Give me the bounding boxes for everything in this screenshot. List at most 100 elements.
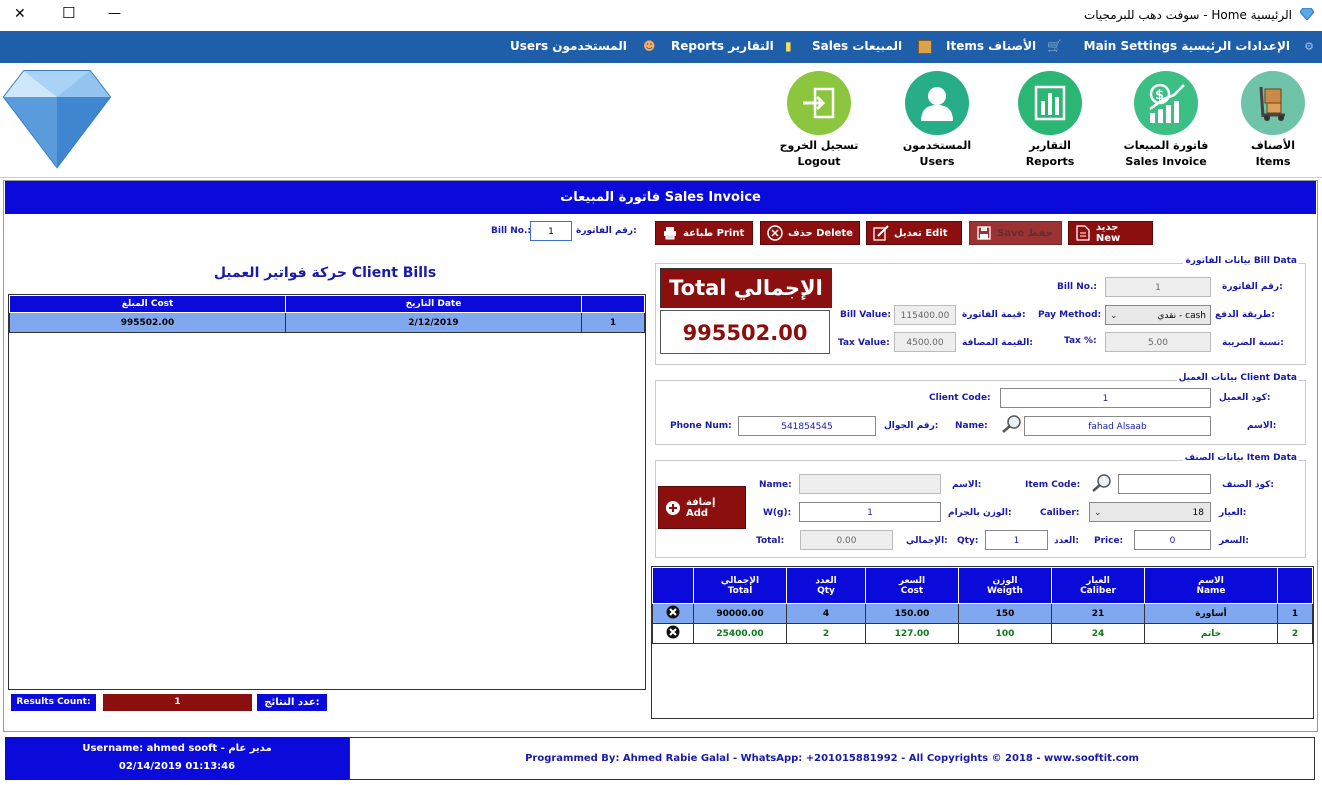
save-button[interactable]: Save حفظ bbox=[969, 221, 1062, 245]
items-col-weight[interactable]: الوزن Weigth bbox=[958, 567, 1052, 604]
delete-label: حذف Delete bbox=[788, 227, 853, 239]
item-total-label-en: Total: bbox=[756, 536, 785, 546]
table-row[interactable]: 995502.00 2/12/2019 1 bbox=[9, 312, 645, 333]
toolbar-reports-ar: التقارير bbox=[1029, 139, 1071, 152]
item-data-legend: بيانات الصنف Item Data bbox=[1182, 453, 1299, 463]
total-value: 995502.00 bbox=[660, 310, 830, 354]
price-label-ar: السعر: bbox=[1219, 536, 1249, 546]
close-button[interactable]: ✕ bbox=[14, 6, 26, 22]
print-button[interactable]: طباعة Print bbox=[655, 221, 753, 245]
tax-rate-field[interactable]: 5.00 bbox=[1105, 332, 1211, 352]
bill-value-field[interactable]: 115400.00 bbox=[894, 305, 956, 325]
maximize-button[interactable]: ☐ bbox=[62, 4, 75, 22]
cell-index: 1 bbox=[581, 312, 645, 333]
qty-input[interactable]: 1 bbox=[985, 530, 1048, 550]
remove-row-icon[interactable] bbox=[652, 623, 694, 644]
pay-method-label-en: Pay Method: bbox=[1038, 310, 1102, 320]
bill-data-legend: بيانات الفاتورة Bill Data bbox=[1183, 256, 1299, 266]
cell-weight: 150 bbox=[958, 603, 1052, 624]
item-name-field[interactable] bbox=[799, 474, 941, 494]
items-col-total[interactable]: الإجمالي Total bbox=[693, 567, 787, 604]
toolbar-users[interactable]: المستخدمون Users bbox=[882, 71, 992, 170]
delete-circle-icon bbox=[767, 225, 783, 241]
bill-value-label-en: Bill Value: bbox=[840, 310, 891, 320]
remove-row-icon[interactable] bbox=[652, 603, 694, 624]
menu-main-settings[interactable]: الإعدادات الرئيسية Main Settings bbox=[1084, 39, 1290, 53]
tax-value-label-en: Tax Value: bbox=[838, 338, 890, 348]
toolbar-users-ar: المستخدمون bbox=[902, 139, 972, 152]
results-count-label-ar: عدد النتائج: bbox=[257, 694, 327, 711]
items-grid[interactable]: الإجمالي Total العدد Qty السعر Cost الوزن We… bbox=[651, 566, 1314, 719]
client-code-input[interactable]: 1 bbox=[1000, 388, 1211, 408]
menu-items[interactable]: الأصناف Items bbox=[946, 39, 1036, 53]
item-search-icon[interactable] bbox=[1091, 473, 1113, 496]
bill-no-field[interactable]: 1 bbox=[1105, 277, 1211, 297]
tax-rate-label-en: Tax %: bbox=[1064, 336, 1097, 346]
results-count-label-en: Results Count: bbox=[11, 694, 96, 711]
new-button[interactable]: جديد New bbox=[1068, 221, 1153, 245]
trolley-icon bbox=[1241, 71, 1305, 135]
app-diamond-icon bbox=[1299, 7, 1315, 21]
reports-icon: ▮ bbox=[785, 39, 792, 53]
bills-col-date[interactable]: التاريخ Date bbox=[285, 295, 582, 313]
table-row[interactable]: 25400.00 2 127.00 100 24 خاتم 2 bbox=[652, 623, 1313, 644]
item-total-field[interactable]: 0.00 bbox=[800, 530, 893, 550]
minimize-button[interactable]: — bbox=[108, 6, 121, 21]
bar-chart-icon bbox=[1018, 71, 1082, 135]
client-bills-table: المبلغ Cost التاريخ Date 995502.00 2/12/… bbox=[9, 295, 645, 333]
item-name-label-en: Name: bbox=[759, 480, 792, 490]
caliber-value: 18 bbox=[1192, 508, 1204, 518]
toolbar-reports[interactable]: التقارير Reports bbox=[995, 71, 1105, 170]
client-bills-grid[interactable]: المبلغ Cost التاريخ Date 995502.00 2/12/… bbox=[8, 294, 646, 690]
bill-no2-label-en: Bill No.: bbox=[1057, 282, 1097, 292]
client-data-legend: بيانات العميل Client Data bbox=[1176, 373, 1299, 383]
price-label-en: Price: bbox=[1094, 536, 1124, 546]
new-document-icon bbox=[1075, 225, 1091, 241]
menu-sales[interactable]: المبيعات Sales bbox=[812, 39, 902, 53]
items-col-cost[interactable]: السعر Cost bbox=[865, 567, 959, 604]
add-item-button[interactable]: إضافة Add bbox=[658, 486, 746, 529]
bills-col-cost[interactable]: المبلغ Cost bbox=[9, 295, 286, 313]
edit-button[interactable]: تعديل Edit bbox=[866, 221, 962, 245]
client-name-input[interactable]: fahad Alsaab bbox=[1024, 416, 1211, 436]
save-disk-icon bbox=[976, 225, 992, 241]
toolbar-sales-invoice-ar: فاتورة المبيعات bbox=[1123, 139, 1209, 152]
client-name-label-en: Name: bbox=[955, 421, 988, 431]
toolbar-logout-en: Logout bbox=[797, 155, 841, 168]
cell-caliber: 21 bbox=[1051, 603, 1145, 624]
menu-users[interactable]: المستخدمون Users bbox=[510, 39, 627, 53]
client-bills-title: حركة فواتير العميل Client Bills bbox=[213, 265, 437, 281]
weight-input[interactable]: 1 bbox=[799, 502, 941, 522]
menu-reports[interactable]: التقارير Reports bbox=[671, 39, 774, 53]
users-icon: ☻ bbox=[643, 39, 656, 53]
pay-method-select[interactable]: ⌄ نقدي - cash bbox=[1105, 305, 1211, 325]
cell-qty: 2 bbox=[786, 623, 866, 644]
table-row[interactable]: 90000.00 4 150.00 150 21 أساورة 1 bbox=[652, 603, 1313, 624]
toolbar-logout[interactable]: تسجيل الخروج Logout bbox=[764, 71, 874, 170]
main-toolbar: الأصناف Items $ فاتورة المبيعات Sales In… bbox=[0, 63, 1322, 178]
plus-circle-icon bbox=[665, 500, 681, 516]
caliber-label-ar: العيار: bbox=[1219, 508, 1247, 518]
cell-total: 25400.00 bbox=[693, 623, 787, 644]
toolbar-sales-invoice-en: Sales Invoice bbox=[1125, 155, 1207, 168]
price-input[interactable]: 0 bbox=[1134, 530, 1211, 550]
items-table: الإجمالي Total العدد Qty السعر Cost الوزن We… bbox=[652, 567, 1313, 644]
title-bar: ✕ ☐ — الرئيسية Home - سوفت دهب للبرمجيات bbox=[0, 0, 1322, 31]
toolbar-sales-invoice[interactable]: $ فاتورة المبيعات Sales Invoice bbox=[1111, 71, 1221, 170]
phone-label-en: Phone Num: bbox=[670, 421, 732, 431]
results-count-value: 1 bbox=[103, 694, 252, 711]
items-col-caliber[interactable]: العيار Caliber bbox=[1051, 567, 1145, 604]
datetime-text: 02/14/2019 01:13:46 bbox=[118, 761, 236, 772]
tax-value-field[interactable]: 4500.00 bbox=[894, 332, 956, 352]
items-col-name[interactable]: الاسم Name bbox=[1144, 567, 1278, 604]
toolbar-items[interactable]: الأصناف Items bbox=[1218, 71, 1322, 170]
items-col-qty[interactable]: العدد Qty bbox=[786, 567, 866, 604]
delete-button[interactable]: حذف Delete bbox=[760, 221, 860, 245]
bill-no-search-input[interactable]: 1 bbox=[530, 221, 572, 241]
caliber-select[interactable]: ⌄ 18 bbox=[1089, 502, 1211, 522]
phone-input[interactable]: 541854545 bbox=[738, 416, 876, 436]
item-code-input[interactable] bbox=[1118, 474, 1211, 494]
client-search-icon[interactable] bbox=[1001, 414, 1023, 437]
edit-label: تعديل Edit bbox=[894, 227, 948, 239]
cell-cost: 150.00 bbox=[865, 603, 959, 624]
